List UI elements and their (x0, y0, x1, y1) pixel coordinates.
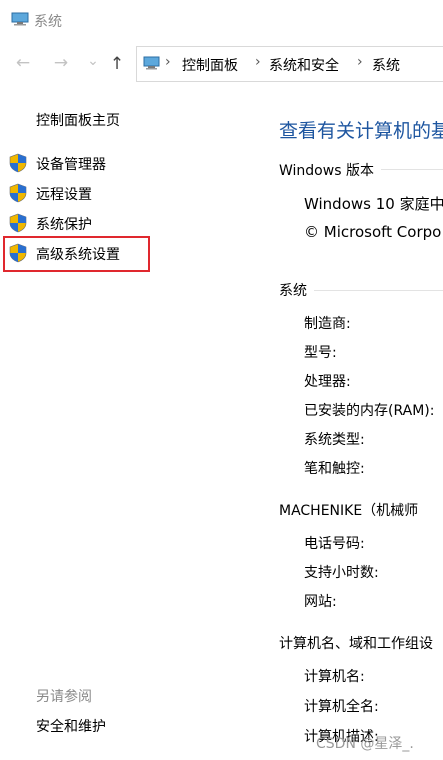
up-button[interactable]: ↑ (106, 53, 128, 75)
section-divider (314, 290, 443, 291)
pen-touch-label: 笔和触控: (304, 461, 365, 477)
window-title: 系统 (34, 14, 62, 30)
see-also-title: 另请参阅 (36, 689, 92, 705)
model-label: 型号: (304, 345, 337, 361)
breadcrumb-separator: › (357, 54, 363, 70)
computer-name-label: 计算机名: (304, 669, 365, 685)
shield-icon (9, 213, 27, 233)
system-protection-link[interactable]: 系统保护 (36, 214, 92, 234)
recent-locations-button[interactable]: ⌄ (82, 50, 104, 72)
manufacturer-label: 制造商: (304, 316, 351, 332)
shield-icon (9, 153, 27, 173)
system-type-label: 系统类型: (304, 432, 365, 448)
breadcrumb-system[interactable]: 系统 (372, 55, 400, 75)
breadcrumb-separator: › (165, 54, 171, 70)
address-bar[interactable]: › 控制面板 › 系统和安全 › 系统 (136, 46, 443, 82)
processor-label: 处理器: (304, 374, 351, 390)
arrow-left-icon: ← (15, 53, 31, 73)
control-panel-home-link[interactable]: 控制面板主页 (36, 110, 120, 130)
advanced-system-settings-link[interactable]: 高级系统设置 (36, 244, 120, 264)
full-computer-name-label: 计算机全名: (304, 699, 379, 715)
breadcrumb-separator: › (255, 54, 261, 70)
computer-icon (11, 12, 29, 26)
remote-settings-link[interactable]: 远程设置 (36, 184, 92, 204)
page-title: 查看有关计算机的基 (279, 120, 443, 142)
breadcrumb-control-panel[interactable]: 控制面板 (182, 55, 238, 75)
watermark-text: CSDN @星泽_. (316, 736, 414, 752)
forward-button[interactable]: → (50, 52, 72, 74)
back-button[interactable]: ← (12, 52, 34, 74)
device-manager-link[interactable]: 设备管理器 (36, 154, 106, 174)
arrow-up-icon: ↑ (109, 54, 125, 74)
title-bar: 系统 (0, 0, 443, 40)
phone-number-label: 电话号码: (304, 536, 365, 552)
copyright-text: © Microsoft Corpo (304, 223, 442, 241)
support-hours-label: 支持小时数: (304, 565, 379, 581)
oem-section-title: MACHENIKE（机械师 (279, 503, 419, 519)
installed-ram-label: 已安装的内存(RAM): (304, 403, 435, 419)
security-maintenance-link[interactable]: 安全和维护 (36, 716, 106, 736)
shield-icon (9, 243, 27, 263)
section-divider (381, 169, 443, 170)
control-panel-icon (143, 56, 160, 70)
system-section-title: 系统 (279, 283, 307, 299)
website-label: 网站: (304, 594, 337, 610)
breadcrumb-system-security[interactable]: 系统和安全 (269, 55, 339, 75)
windows-edition-value: Windows 10 家庭中 (304, 195, 443, 213)
arrow-right-icon: → (53, 53, 69, 73)
shield-icon (9, 183, 27, 203)
windows-edition-section-title: Windows 版本 (279, 163, 374, 179)
computer-name-section-title: 计算机名、域和工作组设 (279, 636, 433, 652)
chevron-down-icon: ⌄ (87, 53, 99, 69)
